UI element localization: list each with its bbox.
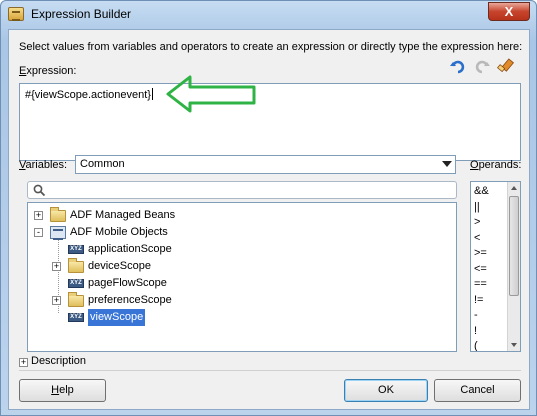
tree-item-label: ADF Mobile Objects — [70, 226, 168, 238]
clear-icon[interactable] — [497, 58, 515, 76]
operand-item[interactable]: ( — [474, 340, 478, 351]
operand-item[interactable]: >= — [474, 247, 487, 259]
dialog-content: Select values from variables and operato… — [8, 29, 530, 410]
scroll-up-icon[interactable] — [511, 186, 517, 190]
xyz-icon: XYZ — [68, 279, 84, 288]
variables-dropdown[interactable]: Common — [75, 155, 456, 174]
scrollbar-thumb[interactable] — [509, 196, 519, 296]
operand-item[interactable]: && — [474, 185, 489, 197]
variables-label-rest: ariables: — [25, 159, 68, 171]
title-bar[interactable]: Expression Builder X — [1, 1, 536, 27]
tree-item[interactable]: XYZ applicationScope — [52, 241, 448, 258]
folder-icon — [50, 207, 66, 222]
variables-dropdown-value: Common — [80, 158, 125, 170]
expand-icon[interactable]: + — [52, 262, 61, 271]
operands-label: Operands: — [470, 159, 522, 171]
expand-icon[interactable]: + — [52, 296, 61, 305]
search-icon — [33, 184, 46, 197]
operand-item[interactable]: <= — [474, 263, 487, 275]
annotation-arrow-icon — [166, 75, 256, 113]
xyz-icon: XYZ — [68, 313, 84, 322]
expression-label-rest: xpression: — [26, 65, 77, 77]
ok-button[interactable]: OK — [344, 379, 428, 402]
text-caret — [151, 88, 153, 100]
expression-label: Expression: — [19, 65, 77, 77]
scroll-down-icon[interactable] — [511, 343, 517, 347]
variables-label: Variables: — [19, 159, 68, 171]
operand-item[interactable]: != — [474, 294, 483, 306]
tree-item[interactable]: XYZ pageFlowScope — [52, 275, 448, 292]
operand-item[interactable]: == — [474, 278, 487, 290]
operand-item[interactable]: - — [474, 309, 478, 321]
operand-item[interactable]: > — [474, 216, 480, 228]
chevron-down-icon[interactable] — [442, 161, 452, 167]
tree-item-label: deviceScope — [88, 260, 151, 272]
expression-input[interactable]: #{viewScope.actionevent} — [19, 83, 521, 161]
redo-icon[interactable] — [473, 58, 491, 76]
help-button[interactable]: Help — [19, 379, 106, 402]
xyz-icon: XYZ — [68, 245, 84, 254]
tree-item-label: ADF Managed Beans — [70, 209, 176, 221]
undo-icon[interactable] — [449, 58, 467, 76]
tree-item-label: applicationScope — [88, 243, 172, 255]
folder-icon — [68, 292, 84, 307]
help-first-letter: H — [51, 384, 60, 396]
description-label: Description — [31, 355, 87, 367]
divider — [19, 370, 521, 371]
help-rest: elp — [59, 384, 74, 396]
tree-item[interactable]: + preferenceScope — [52, 292, 448, 309]
tree-item[interactable]: - ADF Mobile Objects — [34, 224, 448, 241]
app-icon — [8, 7, 24, 21]
variables-search-input[interactable] — [27, 181, 457, 199]
operand-item[interactable]: ! — [474, 325, 477, 337]
tree-item-label: pageFlowScope — [88, 277, 167, 289]
collapse-icon[interactable]: - — [34, 228, 43, 237]
expression-builder-window: Expression Builder X Select values from … — [0, 0, 537, 416]
operand-item[interactable]: < — [474, 232, 480, 244]
cancel-button[interactable]: Cancel — [434, 379, 521, 402]
operands-list[interactable]: &&||><>=<===!=-!() — [470, 181, 521, 352]
instructions-text: Select values from variables and operato… — [19, 41, 523, 53]
expand-icon[interactable]: + — [34, 211, 43, 220]
variables-tree[interactable]: + ADF Managed Beans - ADF Mobile Objects XYZ… — [27, 202, 457, 352]
tree-item[interactable]: + deviceScope — [52, 258, 448, 275]
description-toggle[interactable]: + Description — [19, 355, 86, 367]
grid-icon — [50, 226, 66, 240]
operand-item[interactable]: || — [474, 201, 480, 213]
close-button[interactable]: X — [488, 2, 530, 21]
operands-label-rest: perands: — [478, 159, 522, 171]
tree-item-label: preferenceScope — [88, 294, 172, 306]
operands-scrollbar[interactable] — [507, 182, 520, 351]
tree-item[interactable]: XYZ viewScope — [52, 309, 448, 326]
window-title: Expression Builder — [31, 7, 132, 21]
expression-value: #{viewScope.actionevent} — [25, 89, 151, 101]
tree-item-label: viewScope — [88, 309, 146, 326]
folder-icon — [68, 258, 84, 273]
tree-item[interactable]: + ADF Managed Beans — [34, 207, 448, 224]
expand-icon[interactable]: + — [19, 358, 28, 367]
